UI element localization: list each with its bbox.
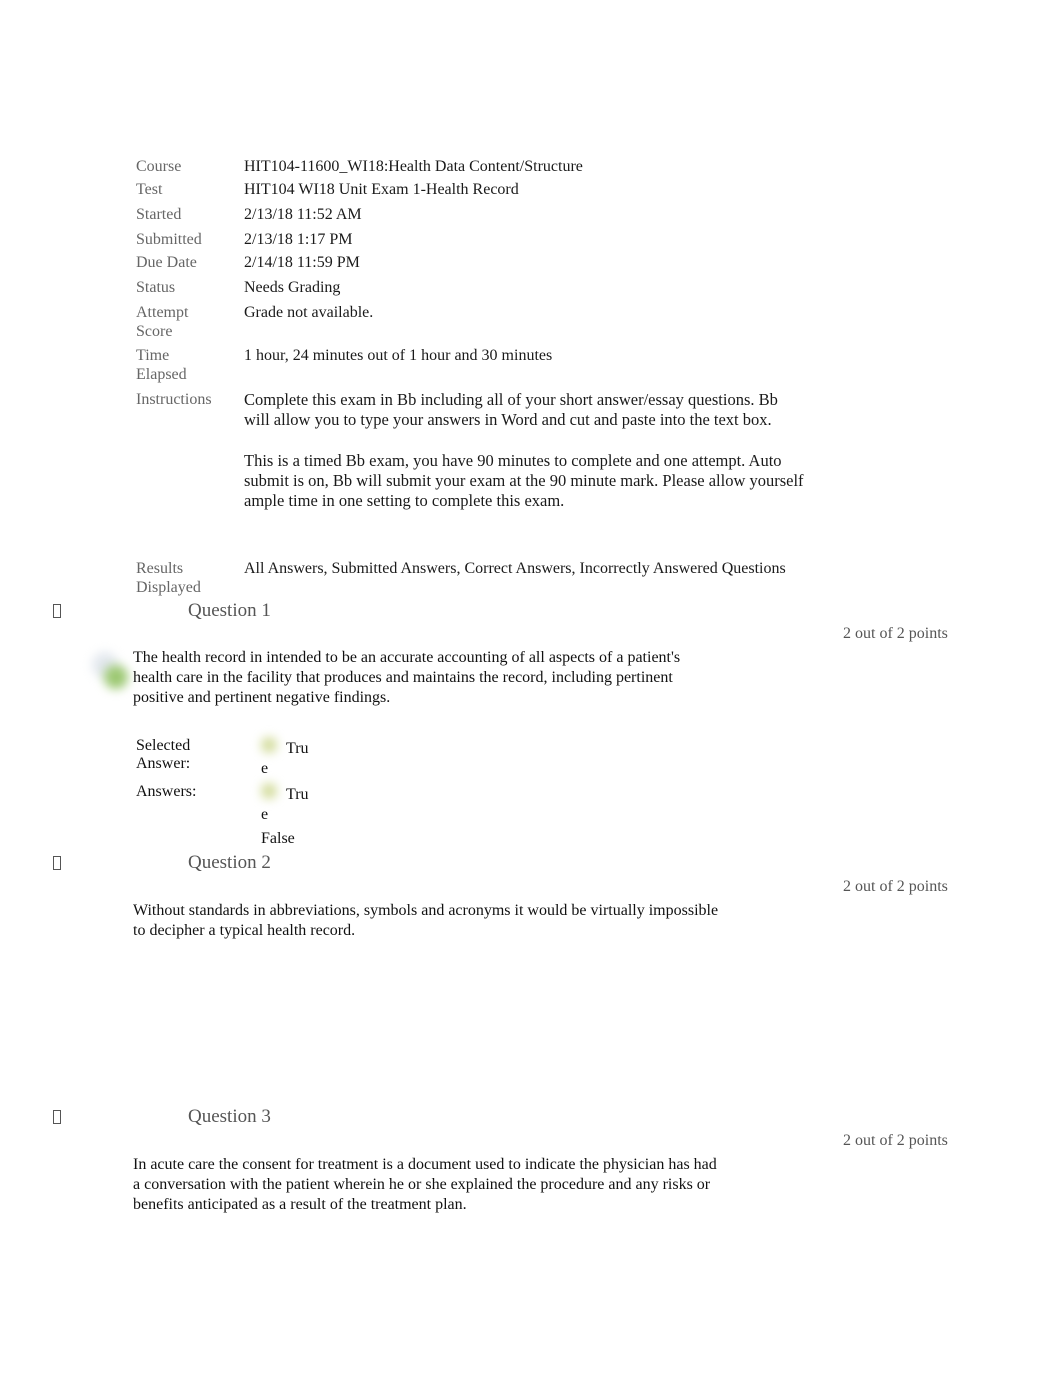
question-collapse-icon[interactable] <box>53 856 61 870</box>
selected-answer-label-line2: Answer: <box>136 755 191 772</box>
answer-option-true-part1: Tru <box>286 786 309 803</box>
selected-answer-value-part2: e <box>261 760 269 777</box>
answer-option-true-part2: e <box>261 806 269 823</box>
results-displayed-value: All Answers, Submitted Answers, Correct … <box>244 560 786 577</box>
time-elapsed-value: 1 hour, 24 minutes out of 1 hour and 30 … <box>244 347 553 364</box>
time-elapsed-label-line2: Elapsed <box>136 366 187 383</box>
due-date-label: Due Date <box>136 254 197 271</box>
test-value: HIT104 WI18 Unit Exam 1-Health Record <box>244 181 519 198</box>
course-label: Course <box>136 158 182 175</box>
question-points: 2 out of 2 points <box>843 878 948 895</box>
answers-label: Answers: <box>136 783 197 800</box>
selected-answer-label: Selected Answer: <box>136 737 190 773</box>
status-label: Status <box>136 279 176 296</box>
selected-answer-label-line1: Selected <box>136 737 191 754</box>
instructions-label: Instructions <box>136 391 212 408</box>
attempt-score-value: Grade not available. <box>244 304 374 321</box>
question-collapse-icon[interactable] <box>53 1110 61 1124</box>
due-date-value: 2/14/18 11:59 PM <box>244 254 360 271</box>
selected-answer-value-part1: Tru <box>286 740 309 757</box>
correct-checkmark-icon <box>104 665 128 689</box>
question-title: Question 2 <box>188 852 271 873</box>
instructions-value: Complete this exam in Bb including all o… <box>244 390 804 511</box>
time-elapsed-label: Time Elapsed <box>136 346 236 384</box>
question-title: Question 1 <box>188 600 271 621</box>
question-text: The health record in intended to be an a… <box>133 649 681 706</box>
question-text: Without standards in abbreviations, symb… <box>133 902 719 939</box>
results-displayed-label-line1: Results <box>136 560 184 577</box>
question-points: 2 out of 2 points <box>843 1132 948 1149</box>
results-displayed-label: Results Displayed <box>136 559 236 597</box>
attempt-score-label: Attempt Score <box>136 303 236 341</box>
results-displayed-label-line2: Displayed <box>136 579 201 596</box>
question-title: Question 3 <box>188 1106 271 1127</box>
correct-answer-icon <box>261 783 277 799</box>
question-collapse-icon[interactable] <box>53 604 61 618</box>
instructions-paragraph-1: Complete this exam in Bb including all o… <box>244 390 778 429</box>
selected-answer-correct-icon <box>261 737 277 753</box>
instructions-paragraph-2: This is a timed Bb exam, you have 90 min… <box>244 451 804 510</box>
status-value: Needs Grading <box>244 279 341 296</box>
attempt-score-label-line1: Attempt <box>136 304 189 321</box>
answer-option-false: False <box>261 830 295 847</box>
question-points: 2 out of 2 points <box>843 625 948 642</box>
submitted-value: 2/13/18 1:17 PM <box>244 231 353 248</box>
started-value: 2/13/18 11:52 AM <box>244 206 362 223</box>
question-text: In acute care the consent for treatment … <box>133 1156 717 1213</box>
test-label: Test <box>136 181 163 198</box>
course-value: HIT104-11600_WI18:Health Data Content/St… <box>244 158 583 175</box>
started-label: Started <box>136 206 182 223</box>
attempt-score-label-line2: Score <box>136 323 173 340</box>
time-elapsed-label-line1: Time <box>136 347 170 364</box>
submitted-label: Submitted <box>136 231 202 248</box>
